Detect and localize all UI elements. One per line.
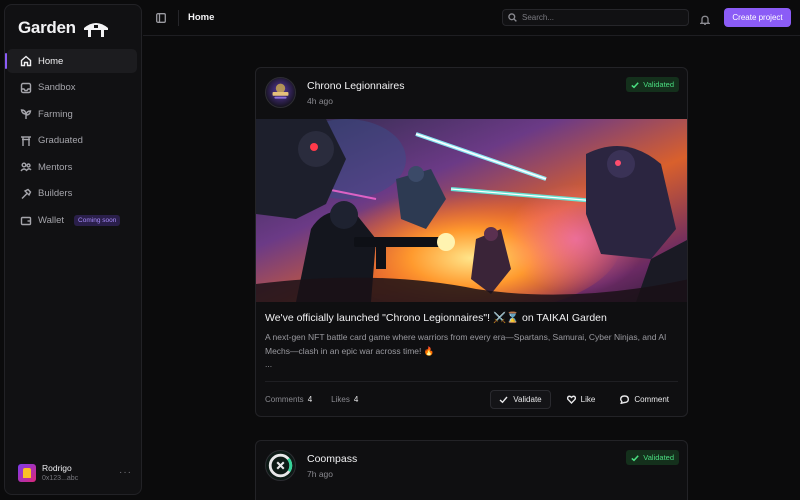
like-button[interactable]: Like <box>558 390 605 409</box>
likes-label: Likes <box>331 395 350 404</box>
sidebar-nav: Home Sandbox Farming Graduated Mentors B… <box>5 49 137 235</box>
sidebar-item-farming[interactable]: Farming <box>7 102 137 126</box>
sidebar-item-graduated[interactable]: Graduated <box>7 129 137 153</box>
sidebar-item-home[interactable]: Home <box>5 49 137 73</box>
top-header: Home Create project <box>143 0 800 36</box>
notifications-button[interactable] <box>699 12 712 25</box>
sidebar-toggle-button[interactable] <box>154 11 168 25</box>
sidebar-item-label: Builders <box>38 188 73 200</box>
heart-icon <box>566 395 576 404</box>
sidebar-item-mentors[interactable]: Mentors <box>7 155 137 179</box>
project-avatar[interactable] <box>265 77 296 108</box>
bell-icon <box>699 15 711 25</box>
validated-badge-label: Validated <box>643 80 674 89</box>
post-divider <box>265 381 678 382</box>
sidebar-item-label: Mentors <box>38 161 73 173</box>
validate-label: Validate <box>513 395 542 404</box>
search-icon <box>508 13 517 22</box>
post-image[interactable] <box>256 119 687 302</box>
post-ellipsis: ... <box>265 359 273 369</box>
project-avatar[interactable] <box>265 450 296 481</box>
battle-scene-illustration <box>256 119 687 302</box>
comments-count: 4 <box>307 395 313 404</box>
sidebar-item-label: Home <box>38 55 64 67</box>
torii-gate-icon <box>20 135 32 147</box>
post-time: 7h ago <box>307 469 333 479</box>
coompass-logo-icon <box>268 453 293 478</box>
create-project-button[interactable]: Create project <box>724 8 791 27</box>
post-header: Chrono Legionnaires 4h ago Validated <box>256 68 687 119</box>
likes-stat[interactable]: Likes 4 <box>331 395 358 404</box>
user-name: Rodrigo <box>42 463 72 473</box>
sidebar-item-label: Sandbox <box>38 82 76 94</box>
sidebar: Garden Home Sandbox Farming Graduated Me… <box>4 4 142 495</box>
sidebar-item-sandbox[interactable]: Sandbox <box>7 76 137 100</box>
brand-name: Garden <box>18 18 76 37</box>
avatar <box>18 463 36 482</box>
sidebar-item-label: Graduated <box>38 135 83 147</box>
comment-icon <box>620 395 630 404</box>
post-stats: Comments 4 Likes 4 <box>265 395 358 404</box>
post-header: Coompass 7h ago Validated <box>256 441 687 492</box>
header-divider <box>178 9 179 26</box>
validated-badge: Validated <box>626 77 679 92</box>
like-label: Like <box>580 395 596 404</box>
post-card: Chrono Legionnaires 4h ago Validated We'… <box>255 67 688 417</box>
hammer-icon <box>20 188 32 200</box>
inbox-icon <box>20 82 32 94</box>
post-actions: Validate Like Comment <box>490 390 678 409</box>
brand[interactable]: Garden <box>18 18 110 38</box>
more-options-icon[interactable]: ··· <box>119 467 132 478</box>
search-input[interactable] <box>522 13 672 22</box>
user-profile[interactable]: Rodrigo 0x123...abc ··· <box>18 463 132 482</box>
post-description: A next-gen NFT battle card game where wa… <box>265 332 667 356</box>
check-icon <box>499 396 508 404</box>
project-name[interactable]: Coompass <box>307 453 357 465</box>
sprout-icon <box>20 108 32 120</box>
validate-button[interactable]: Validate <box>490 390 551 409</box>
sidebar-item-builders[interactable]: Builders <box>7 182 137 206</box>
chrono-logo-icon <box>266 78 295 107</box>
search-box[interactable] <box>502 9 689 26</box>
users-icon <box>20 161 32 173</box>
page-title: Home <box>188 12 215 23</box>
home-icon <box>20 55 32 67</box>
torii-logo-icon <box>83 23 108 37</box>
post-time: 4h ago <box>307 96 333 106</box>
likes-count: 4 <box>353 395 359 404</box>
post-title[interactable]: We've officially launched "Chrono Legion… <box>265 311 607 324</box>
project-name[interactable]: Chrono Legionnaires <box>307 80 404 92</box>
comments-label: Comments <box>265 395 304 404</box>
check-icon <box>631 454 640 461</box>
sidebar-item-wallet[interactable]: Wallet Coming soon <box>7 209 137 233</box>
comment-label: Comment <box>634 395 669 404</box>
user-address: 0x123...abc <box>42 475 79 482</box>
comments-stat[interactable]: Comments 4 <box>265 395 312 404</box>
comment-button[interactable]: Comment <box>611 390 678 409</box>
validated-badge-label: Validated <box>643 453 674 462</box>
check-icon <box>631 81 640 88</box>
coming-soon-badge: Coming soon <box>74 215 121 227</box>
sidebar-item-label: Farming <box>38 108 73 120</box>
wallet-icon <box>20 215 32 227</box>
sidebar-item-label: Wallet <box>38 215 65 227</box>
post-card: Coompass 7h ago Validated <box>255 440 688 500</box>
validated-badge: Validated <box>626 450 679 465</box>
sidebar-toggle-icon <box>156 12 166 23</box>
